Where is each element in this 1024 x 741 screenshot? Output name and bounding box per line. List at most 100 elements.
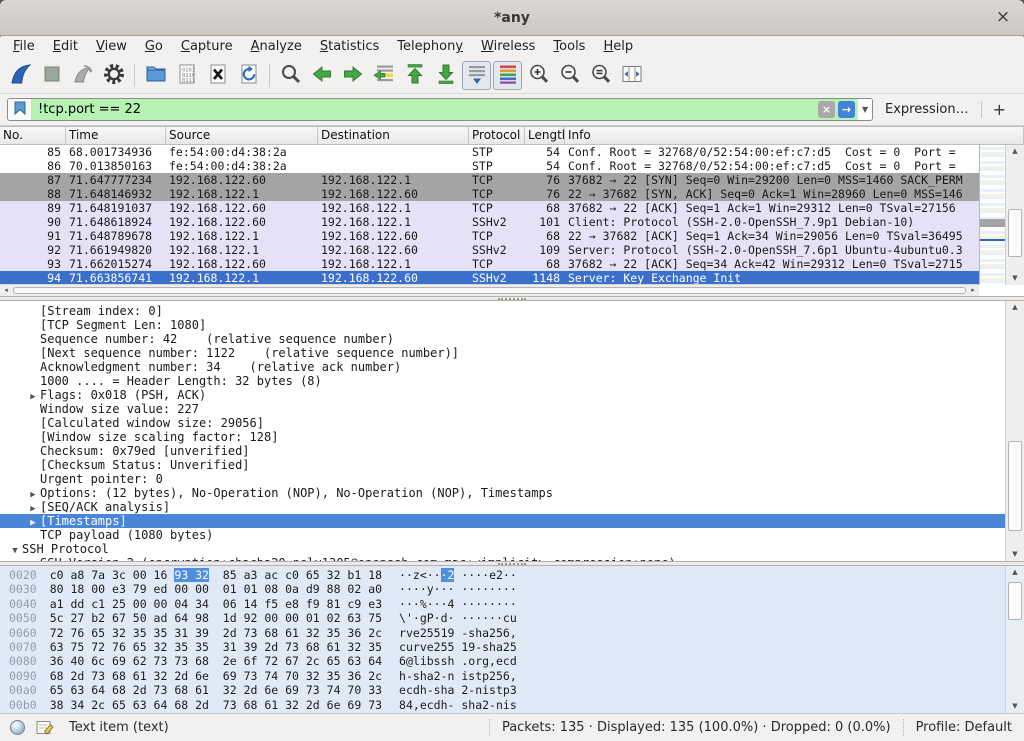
filter-apply-button[interactable]: → bbox=[838, 101, 855, 118]
bytes-vscrollbar[interactable]: ▲ ▼ bbox=[1005, 566, 1024, 713]
hex-row-0040[interactable]: 0040a1 dd c1 25 00 00 04 34 06 14 f5 e8 … bbox=[0, 597, 517, 611]
close-file-button[interactable] bbox=[203, 61, 232, 90]
detail-row[interactable]: Checksum: 0x79ed [unverified] bbox=[0, 444, 1005, 458]
packet-list-hscrollbar[interactable]: ◂ ▸ bbox=[0, 284, 979, 296]
detail-row[interactable]: 1000 .... = Header Length: 32 bytes (8) bbox=[0, 374, 1005, 388]
detail-row[interactable]: ▶Options: (12 bytes), No-Operation (NOP)… bbox=[0, 486, 1005, 500]
hex-row-0050[interactable]: 00505c 27 b2 67 50 ad 64 98 1d 92 00 00 … bbox=[0, 611, 517, 625]
scroll-left-arrow-icon[interactable]: ◂ bbox=[0, 285, 12, 296]
stop-capture-button[interactable] bbox=[37, 61, 66, 90]
column-header-protocol[interactable]: Protocol bbox=[469, 127, 525, 144]
menu-tools[interactable]: Tools bbox=[544, 37, 594, 58]
zoom-original-button[interactable] bbox=[586, 61, 615, 90]
menu-wireless[interactable]: Wireless bbox=[472, 37, 544, 58]
menu-telephony[interactable]: Telephony bbox=[388, 37, 472, 58]
column-header-source[interactable]: Source bbox=[166, 127, 318, 144]
column-header-length[interactable]: Length bbox=[525, 127, 565, 144]
packet-row-94[interactable]: 9471.663856741192.168.122.1192.168.122.6… bbox=[0, 271, 979, 285]
column-header-no[interactable]: No. bbox=[0, 127, 66, 144]
scrollbar-thumb[interactable] bbox=[1008, 441, 1022, 531]
open-file-button[interactable] bbox=[141, 61, 170, 90]
detail-row[interactable]: [TCP Segment Len: 1080] bbox=[0, 318, 1005, 332]
expert-info-icon[interactable] bbox=[10, 720, 25, 735]
hex-row-0090[interactable]: 009068 2d 73 68 61 32 2d 6e 69 73 74 70 … bbox=[0, 669, 517, 683]
go-forward-button[interactable] bbox=[338, 61, 367, 90]
scroll-down-arrow-icon[interactable]: ▼ bbox=[1006, 700, 1024, 713]
scroll-up-arrow-icon[interactable]: ▲ bbox=[1006, 301, 1024, 314]
column-header-info[interactable]: Info bbox=[565, 127, 1024, 144]
scroll-up-arrow-icon[interactable]: ▲ bbox=[1006, 145, 1024, 158]
menu-capture[interactable]: Capture bbox=[172, 37, 242, 58]
filter-input[interactable]: !tcp.port == 22 bbox=[32, 99, 815, 120]
column-header-destination[interactable]: Destination bbox=[318, 127, 469, 144]
detail-row[interactable]: TCP payload (1080 bytes) bbox=[0, 528, 1005, 542]
collapsed-arrow-icon[interactable]: ▶ bbox=[26, 502, 40, 514]
title-bar[interactable]: *any × bbox=[0, 0, 1024, 36]
hex-row-0070[interactable]: 007063 75 72 76 65 32 35 35 31 39 2d 73 … bbox=[0, 640, 517, 654]
hex-row-0020[interactable]: 0020c0 a8 7a 3c 00 16 93 32 85 a3 ac c0 … bbox=[0, 568, 517, 582]
detail-row[interactable]: ▶[Timestamps] bbox=[0, 514, 1005, 528]
hex-row-00b0[interactable]: 00b038 34 2c 65 63 64 68 2d 73 68 61 32 … bbox=[0, 698, 517, 712]
packet-row-92[interactable]: 9271.661949820192.168.122.1192.168.122.6… bbox=[0, 243, 979, 257]
packet-row-90[interactable]: 9071.648618924192.168.122.60192.168.122.… bbox=[0, 215, 979, 229]
scroll-down-arrow-icon[interactable]: ▼ bbox=[1006, 548, 1024, 561]
filter-dropdown-caret[interactable]: ▼ bbox=[857, 99, 872, 120]
hex-row-00a0[interactable]: 00a065 63 64 68 2d 73 68 61 32 2d 6e 69 … bbox=[0, 683, 517, 697]
reload-file-button[interactable] bbox=[234, 61, 263, 90]
detail-row[interactable]: Window size value: 227 bbox=[0, 402, 1005, 416]
intelligent-scrollbar-minimap[interactable] bbox=[979, 145, 1005, 285]
packet-row-85[interactable]: 8568.001734936fe:54:00:d4:38:2aSTP54Conf… bbox=[0, 145, 979, 159]
scroll-right-arrow-icon[interactable]: ▸ bbox=[967, 285, 979, 296]
restart-capture-button[interactable] bbox=[68, 61, 97, 90]
auto-scroll-toggle[interactable] bbox=[462, 61, 491, 90]
packet-row-91[interactable]: 9171.648789678192.168.122.1192.168.122.6… bbox=[0, 229, 979, 243]
menu-statistics[interactable]: Statistics bbox=[311, 37, 388, 58]
packet-row-88[interactable]: 8871.648146932192.168.122.1192.168.122.6… bbox=[0, 187, 979, 201]
filter-clear-button[interactable]: × bbox=[818, 101, 835, 118]
close-window-button[interactable]: × bbox=[988, 0, 1018, 36]
collapsed-arrow-icon[interactable]: ▶ bbox=[26, 390, 40, 402]
detail-row[interactable]: Urgent pointer: 0 bbox=[0, 472, 1005, 486]
packet-row-93[interactable]: 9371.662015274192.168.122.60192.168.122.… bbox=[0, 257, 979, 271]
go-last-button[interactable] bbox=[431, 61, 460, 90]
scrollbar-thumb[interactable] bbox=[1008, 582, 1022, 620]
profile-status[interactable]: Profile: Default bbox=[903, 719, 1024, 736]
add-filter-button[interactable]: + bbox=[993, 100, 1006, 119]
detail-row[interactable]: ▶Flags: 0x018 (PSH, ACK) bbox=[0, 388, 1005, 402]
detail-row[interactable]: Acknowledgment number: 34 (relative ack … bbox=[0, 360, 1005, 374]
scrollbar-thumb[interactable] bbox=[1008, 209, 1022, 257]
column-header-time[interactable]: Time bbox=[66, 127, 166, 144]
detail-row[interactable]: [Next sequence number: 1122 (relative se… bbox=[0, 346, 1005, 360]
resize-columns-button[interactable] bbox=[617, 61, 646, 90]
go-back-button[interactable] bbox=[307, 61, 336, 90]
start-capture-button[interactable] bbox=[6, 61, 35, 90]
go-first-button[interactable] bbox=[400, 61, 429, 90]
hex-row-0080[interactable]: 008036 40 6c 69 62 73 73 68 2e 6f 72 67 … bbox=[0, 654, 517, 668]
save-file-button[interactable]: 010101100111 bbox=[172, 61, 201, 90]
zoom-in-button[interactable] bbox=[524, 61, 553, 90]
detail-row[interactable]: ▼SSH Protocol bbox=[0, 542, 1005, 556]
detail-row[interactable]: [Checksum Status: Unverified] bbox=[0, 458, 1005, 472]
colorize-toggle[interactable] bbox=[493, 61, 522, 90]
detail-row[interactable]: Sequence number: 42 (relative sequence n… bbox=[0, 332, 1005, 346]
detail-row[interactable]: ▶[SEQ/ACK analysis] bbox=[0, 500, 1005, 514]
find-packet-button[interactable] bbox=[276, 61, 305, 90]
zoom-out-button[interactable] bbox=[555, 61, 584, 90]
collapsed-arrow-icon[interactable]: ▶ bbox=[26, 516, 40, 528]
go-to-packet-button[interactable] bbox=[369, 61, 398, 90]
menu-analyze[interactable]: Analyze bbox=[242, 37, 311, 58]
packet-row-86[interactable]: 8670.013850163fe:54:00:d4:38:2aSTP54Conf… bbox=[0, 159, 979, 173]
capture-comment-icon[interactable] bbox=[36, 719, 54, 736]
expanded-arrow-icon[interactable]: ▼ bbox=[8, 544, 22, 556]
hex-row-0030[interactable]: 003080 18 00 e3 79 ed 00 00 01 01 08 0a … bbox=[0, 582, 517, 596]
scroll-up-arrow-icon[interactable]: ▲ bbox=[1006, 566, 1024, 579]
menu-view[interactable]: View bbox=[87, 37, 136, 58]
collapsed-arrow-icon[interactable]: ▶ bbox=[26, 488, 40, 500]
packet-row-87[interactable]: 8771.647777234192.168.122.60192.168.122.… bbox=[0, 173, 979, 187]
detail-row[interactable]: [Calculated window size: 29056] bbox=[0, 416, 1005, 430]
menu-file[interactable]: File bbox=[4, 37, 44, 58]
display-filter-field[interactable]: !tcp.port == 22 × → ▼ bbox=[7, 98, 873, 121]
hex-row-0060[interactable]: 006072 76 65 32 35 35 31 39 2d 73 68 61 … bbox=[0, 626, 517, 640]
details-vscrollbar[interactable]: ▲ ▼ bbox=[1005, 301, 1024, 561]
expression-button[interactable]: Expression… bbox=[885, 102, 969, 117]
